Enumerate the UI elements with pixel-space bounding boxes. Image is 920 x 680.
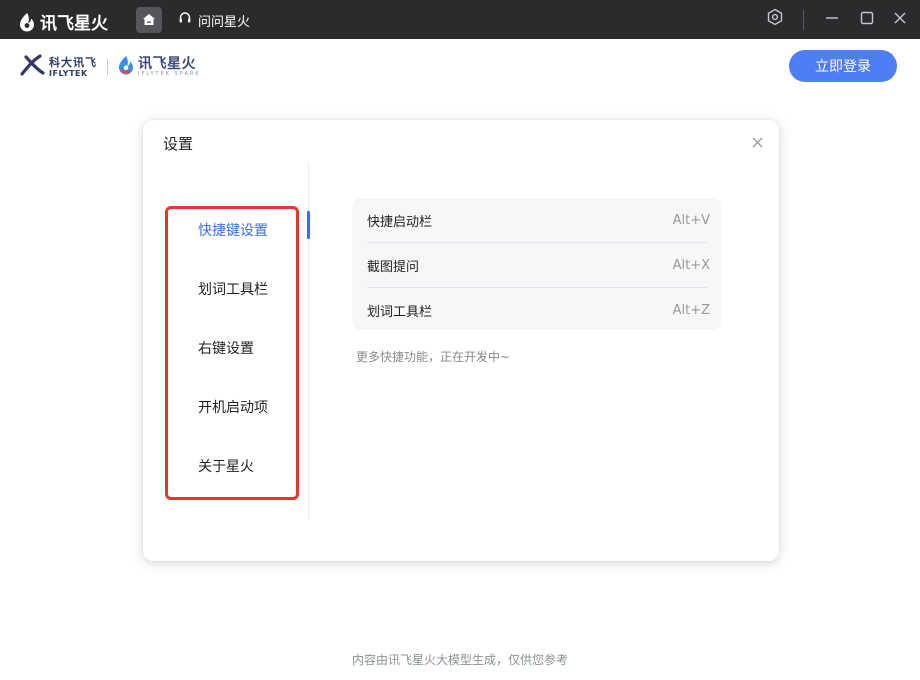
maximize-icon (860, 10, 874, 29)
shortcut-name: 快捷启动栏 (367, 214, 433, 230)
shortcut-name: 截图提问 (367, 259, 420, 275)
shortcut-key: Alt+Z (672, 302, 710, 318)
shortcut-key: Alt+X (672, 257, 710, 273)
title-bar: 讯飞星火 问问星火 (0, 0, 920, 39)
shortcut-list: 快捷启动栏 Alt+V 截图提问 Alt+X 划词工具栏 Alt+Z (352, 198, 721, 330)
settings-icon (766, 8, 784, 30)
nav-item-startup[interactable]: 开机启动项 (198, 397, 268, 417)
app-brand: 讯飞星火 (18, 9, 108, 34)
headset-icon (178, 11, 192, 29)
dialog-title: 设置 (163, 135, 194, 153)
iflytek-en-name: IFLYTEK (49, 68, 88, 78)
chat-tab[interactable]: 问问星火 (178, 10, 250, 30)
nav-active-indicator (307, 211, 310, 239)
shortcut-name: 划词工具栏 (367, 304, 433, 320)
spark-drop-icon (117, 55, 135, 79)
home-tab[interactable] (136, 7, 162, 33)
login-button[interactable]: 立即登录 (789, 50, 897, 82)
window-controls-divider (803, 10, 804, 30)
nav-item-word-toolbar[interactable]: 划词工具栏 (198, 279, 268, 299)
settings-dialog: 设置 快捷键设置 划词工具栏 右键设置 开机启动项 关于星火 快捷启动栏 Alt… (143, 120, 779, 561)
nav-item-about[interactable]: 关于星火 (198, 456, 254, 476)
spark-logo-icon (18, 12, 36, 32)
shortcut-row-screenshot[interactable]: 截图提问 Alt+X (352, 243, 721, 287)
close-icon (893, 10, 907, 29)
dialog-close-icon (752, 133, 763, 152)
brand-logos: 科大讯飞 IFLYTEK 讯飞星火 IFLYTEK SPARK (20, 54, 201, 80)
minimize-button[interactable] (821, 8, 843, 30)
settings-nav: 快捷键设置 划词工具栏 右键设置 开机启动项 关于星火 (165, 206, 299, 500)
iflytek-cn-name: 科大讯飞 (49, 55, 97, 69)
spark-en-name: IFLYTEK SPARK (138, 71, 201, 77)
settings-button[interactable] (764, 8, 786, 30)
more-shortcuts-note: 更多快捷功能，正在开发中~ (356, 350, 511, 364)
close-window-button[interactable] (889, 8, 911, 30)
dialog-close-button[interactable] (749, 134, 765, 150)
nav-item-shortcuts[interactable]: 快捷键设置 (198, 220, 268, 240)
shortcut-row-word-toolbar[interactable]: 划词工具栏 Alt+Z (352, 288, 721, 332)
logo-divider (107, 59, 108, 75)
shortcut-key: Alt+V (672, 212, 710, 228)
footer-disclaimer: 内容由讯飞星火大模型生成，仅供您参考 (351, 653, 568, 667)
iflytek-logo: 科大讯飞 IFLYTEK (20, 54, 97, 80)
nav-item-right-click[interactable]: 右键设置 (198, 338, 254, 358)
home-icon (142, 11, 156, 30)
spark-cn-name: 讯飞星火 (138, 56, 196, 72)
iflytek-x-icon (20, 54, 46, 80)
chat-tab-label: 问问星火 (198, 14, 251, 30)
minimize-icon (825, 10, 839, 29)
spark-logo: 讯飞星火 IFLYTEK SPARK (117, 55, 201, 79)
maximize-button[interactable] (856, 8, 878, 30)
app-name: 讯飞星火 (40, 14, 108, 34)
shortcut-row-launch-bar[interactable]: 快捷启动栏 Alt+V (352, 198, 721, 242)
